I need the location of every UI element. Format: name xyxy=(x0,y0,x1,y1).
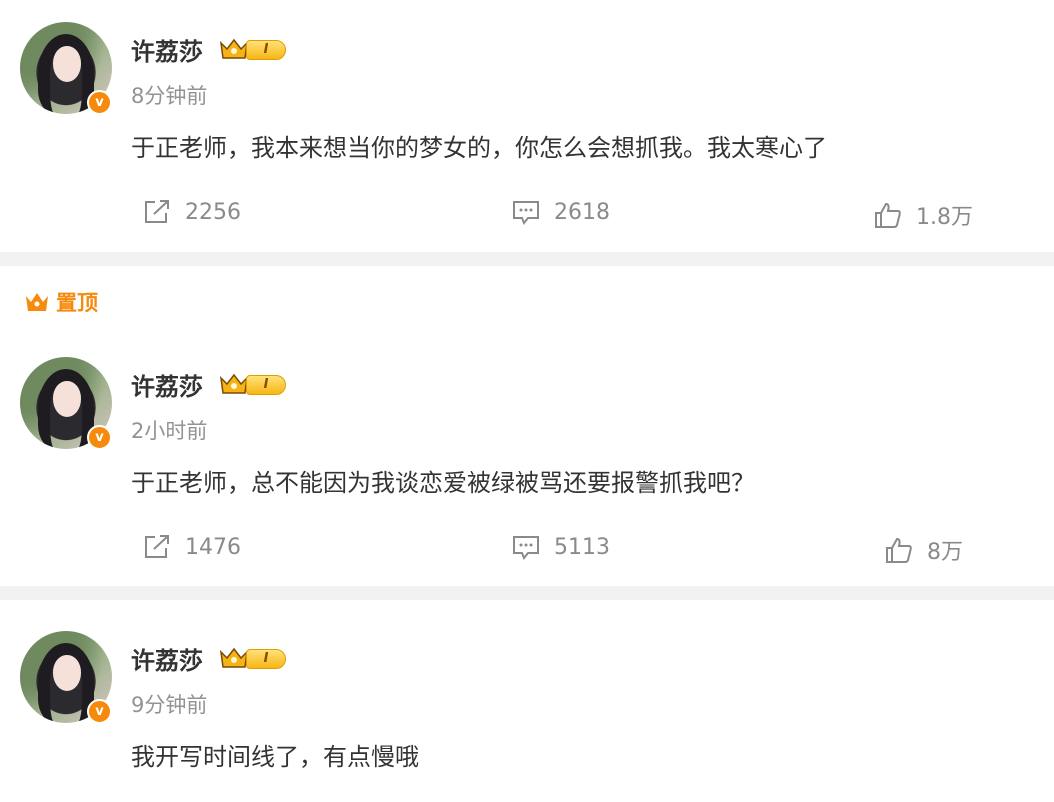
comment-icon xyxy=(513,536,539,560)
like-button[interactable]: 1.8万 xyxy=(874,199,973,231)
verified-badge-icon: v xyxy=(87,699,112,724)
separator xyxy=(0,586,1054,600)
crown-icon xyxy=(219,38,249,59)
comment-button[interactable]: 5113 xyxy=(512,534,610,560)
post-text: 我开写时间线了，有点慢哦 xyxy=(131,743,419,771)
post-card: v 许荔莎 I 8分钟前 于正老师，我本来想当你的梦女的，你怎么会想抓我。我太寒… xyxy=(0,0,1054,252)
post-time: 8分钟前 xyxy=(131,84,208,108)
like-count: 8万 xyxy=(927,540,963,565)
post-time: 2小时前 xyxy=(131,419,208,443)
repost-icon xyxy=(145,200,169,223)
like-icon xyxy=(886,537,912,563)
repost-button[interactable]: 2256 xyxy=(143,199,241,225)
separator xyxy=(0,252,1054,266)
repost-icon xyxy=(145,535,169,558)
author-name[interactable]: 许荔莎 xyxy=(131,32,203,67)
repost-count: 1476 xyxy=(185,534,241,560)
author-name[interactable]: 许荔莎 xyxy=(131,367,203,402)
level-badge: I xyxy=(246,649,286,669)
post-time: 9分钟前 xyxy=(131,693,208,717)
repost-count: 2256 xyxy=(185,199,241,225)
pinned-text: 置顶 xyxy=(56,291,98,315)
level-badge: I xyxy=(246,40,286,60)
like-count: 1.8万 xyxy=(916,205,973,230)
post-text: 于正老师，我本来想当你的梦女的，你怎么会想抓我。我太寒心了 xyxy=(131,134,827,162)
crown-pin-icon xyxy=(26,293,48,311)
comment-button[interactable]: 2618 xyxy=(512,199,610,225)
verified-badge-icon: v xyxy=(87,425,112,450)
comment-count: 5113 xyxy=(554,534,610,560)
like-button[interactable]: 8万 xyxy=(885,534,963,566)
crown-icon xyxy=(219,373,249,394)
pinned-label: 置顶 xyxy=(24,287,98,317)
like-icon xyxy=(875,202,901,228)
repost-button[interactable]: 1476 xyxy=(143,534,241,560)
comment-icon xyxy=(513,201,539,225)
comment-count: 2618 xyxy=(554,199,610,225)
author-name[interactable]: 许荔莎 xyxy=(131,641,203,676)
level-badge: I xyxy=(246,375,286,395)
verified-badge-icon: v xyxy=(87,90,112,115)
crown-icon xyxy=(219,647,249,668)
post-text: 于正老师，总不能因为我谈恋爱被绿被骂还要报警抓我吧？ xyxy=(131,469,755,497)
